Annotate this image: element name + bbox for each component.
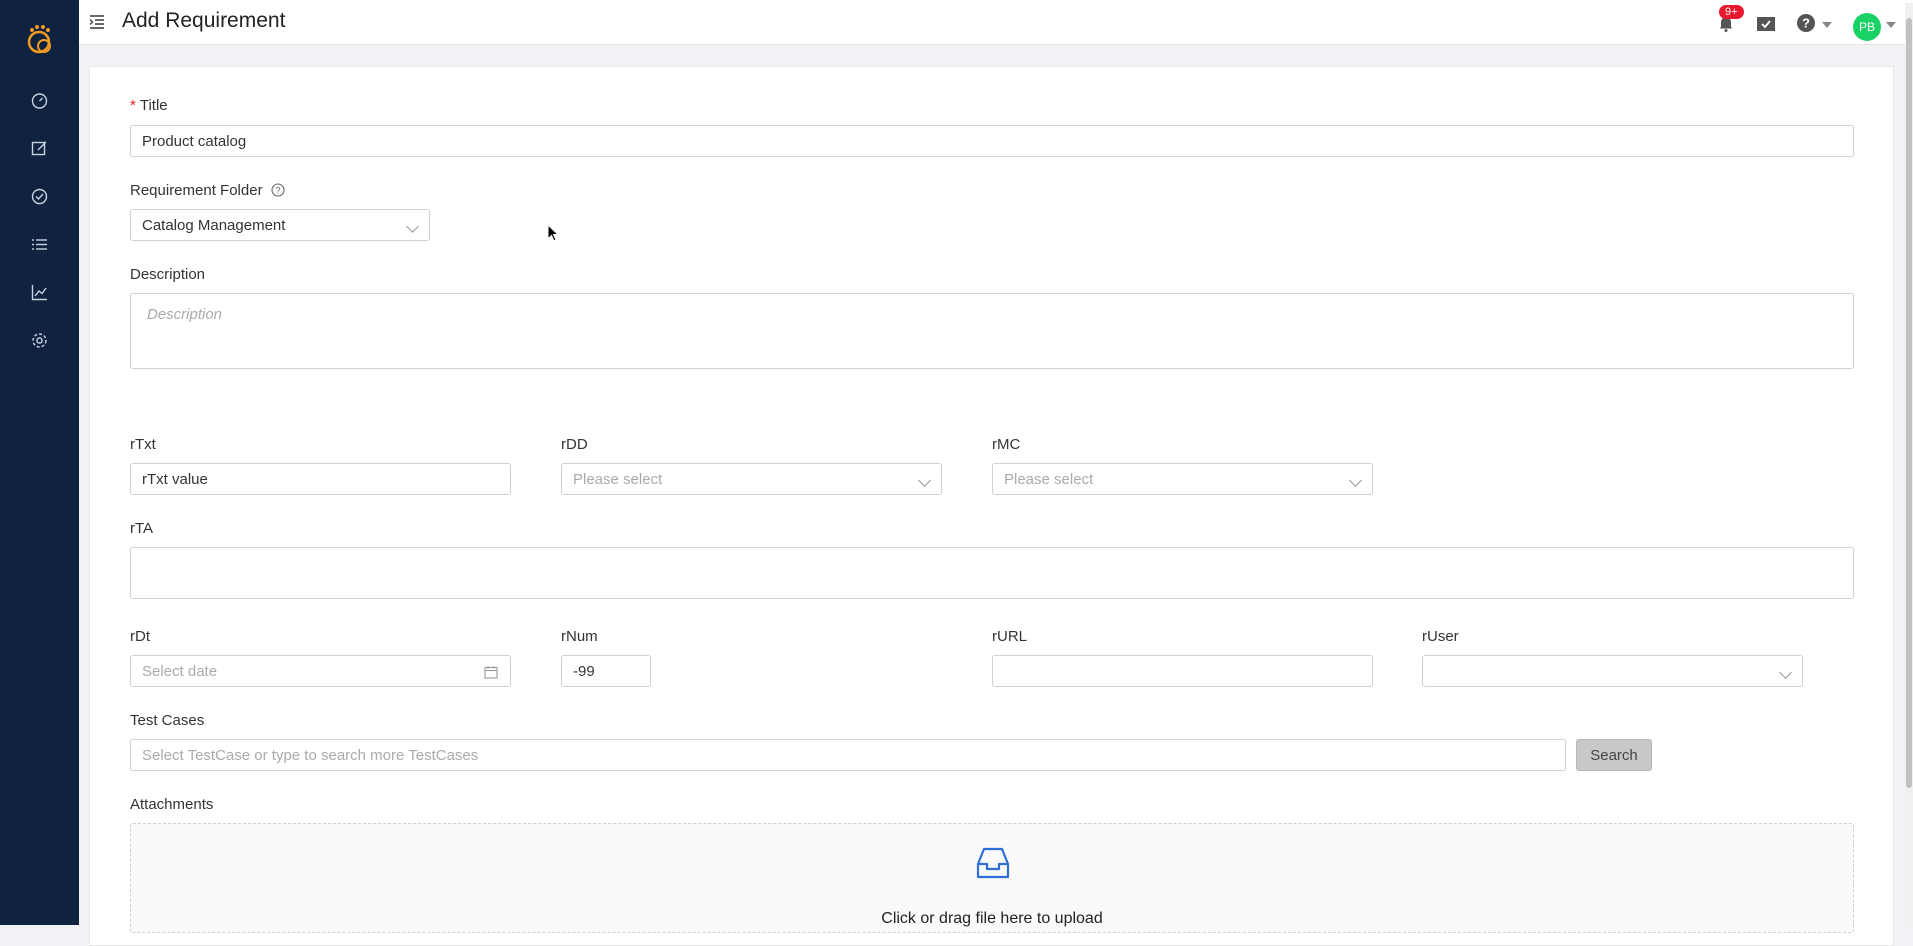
list-icon[interactable]: [27, 232, 51, 256]
rdd-label: rDD: [561, 436, 588, 453]
rnum-label: rNum: [561, 628, 598, 645]
rdd-placeholder: Please select: [573, 470, 663, 488]
inbox-icon: [976, 847, 1010, 879]
testcases-placeholder: Select TestCase or type to search more T…: [142, 746, 479, 764]
required-marker: *: [130, 97, 136, 114]
upload-hint: Click or drag file here to upload: [881, 910, 1103, 927]
rta-textarea[interactable]: [130, 547, 1854, 599]
avatar[interactable]: PB: [1853, 13, 1881, 41]
title-label-text: Title: [139, 97, 168, 114]
description-editor[interactable]: Description: [130, 293, 1854, 369]
testcases-label: Test Cases: [130, 712, 205, 729]
chart-icon[interactable]: [27, 280, 51, 304]
calendar-check-icon[interactable]: [1755, 12, 1777, 34]
help-circle-icon[interactable]: ?: [271, 183, 285, 197]
rurl-input[interactable]: [992, 655, 1373, 687]
scrollbar-thumb[interactable]: [1906, 18, 1912, 788]
ruser-label: rUser: [1422, 628, 1459, 645]
upload-dropzone[interactable]: Click or drag file here to upload: [130, 823, 1854, 933]
chevron-down-icon: [406, 220, 419, 233]
folder-select-value: Catalog Management: [142, 216, 286, 234]
rnum-input[interactable]: -99: [561, 655, 651, 687]
dashboard-icon[interactable]: [27, 88, 51, 112]
rmc-select[interactable]: Please select: [992, 463, 1373, 495]
rmc-label: rMC: [992, 436, 1021, 453]
user-dropdown-icon[interactable]: [1886, 22, 1896, 28]
folder-select[interactable]: Catalog Management: [130, 209, 430, 241]
chevron-down-icon: [1349, 474, 1362, 487]
description-placeholder: Description: [147, 306, 223, 323]
rurl-label: rURL: [992, 628, 1028, 645]
rdd-select[interactable]: Please select: [561, 463, 942, 495]
rtxt-label: rTxt: [130, 436, 156, 453]
chevron-down-icon: [918, 474, 931, 487]
sidebar: [0, 0, 79, 925]
testcases-select[interactable]: Select TestCase or type to search more T…: [130, 739, 1566, 771]
chevron-down-icon: [1779, 666, 1792, 679]
page-title: Add Requirement: [122, 9, 286, 32]
ruser-select[interactable]: [1422, 655, 1803, 687]
rtxt-input[interactable]: rTxt value: [130, 463, 511, 495]
rdt-placeholder: Select date: [142, 662, 218, 680]
attachments-label: Attachments: [130, 796, 214, 813]
help-icon[interactable]: ?: [1795, 12, 1817, 34]
search-button[interactable]: Search: [1576, 739, 1652, 771]
top-bar: [79, 0, 1913, 45]
folder-label-text: Requirement Folder: [130, 182, 263, 199]
calendar-icon: [484, 666, 498, 679]
svg-text:?: ?: [1802, 16, 1810, 31]
form-card: [89, 66, 1894, 946]
rmc-placeholder: Please select: [1004, 470, 1094, 488]
description-label: Description: [130, 266, 206, 283]
check-circle-icon[interactable]: [27, 184, 51, 208]
title-label: * Title: [130, 97, 168, 114]
rta-label: rTA: [130, 520, 154, 537]
rdt-datepicker[interactable]: Select date: [130, 655, 511, 687]
rdt-label: rDt: [130, 628, 150, 645]
gear-icon[interactable]: [27, 328, 51, 352]
title-input[interactable]: Product catalog: [130, 125, 1854, 157]
app-logo[interactable]: [22, 22, 56, 56]
svg-text:?: ?: [275, 186, 280, 196]
mouse-cursor-icon: [547, 224, 559, 242]
folder-label: Requirement Folder ?: [130, 182, 285, 199]
notification-badge: 9+: [1719, 5, 1744, 19]
help-dropdown-icon[interactable]: [1822, 22, 1832, 28]
edit-icon[interactable]: [27, 136, 51, 160]
menu-toggle-icon[interactable]: [88, 13, 106, 31]
